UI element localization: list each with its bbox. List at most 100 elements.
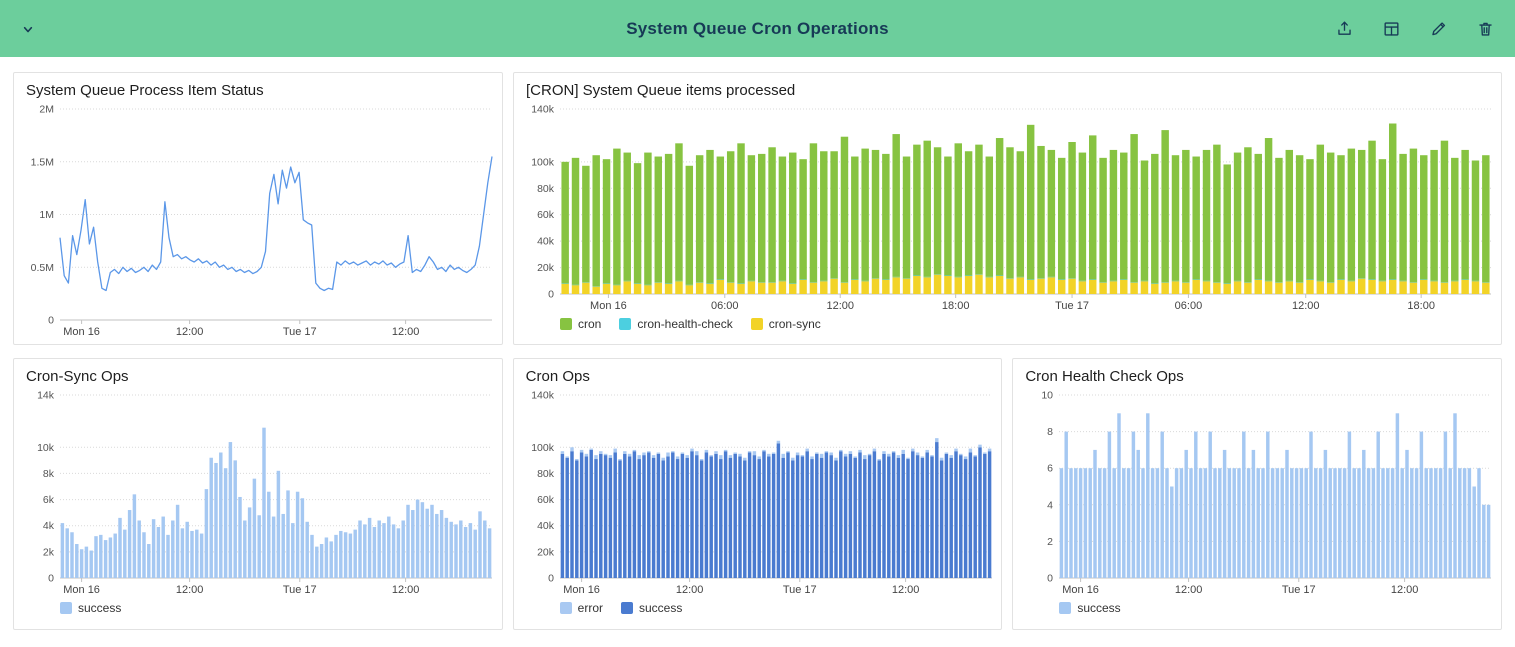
svg-text:12:00: 12:00 [176, 584, 204, 596]
legend-swatch [560, 318, 572, 330]
legend-swatch [560, 602, 572, 614]
svg-text:10k: 10k [37, 442, 55, 454]
share-icon [1335, 19, 1354, 38]
svg-text:20k: 20k [537, 546, 555, 558]
legend-label: error [578, 601, 603, 615]
svg-text:12:00: 12:00 [826, 300, 854, 312]
svg-text:8: 8 [1047, 426, 1053, 438]
svg-text:12:00: 12:00 [1175, 584, 1203, 596]
report-button[interactable] [1378, 15, 1405, 42]
svg-text:40k: 40k [537, 236, 555, 248]
svg-text:12:00: 12:00 [392, 584, 420, 596]
bar-chart-canvas[interactable]: 02k4k6k8k10k14kMon 1612:00Tue 1712:00 [14, 388, 502, 596]
bar-chart-canvas[interactable]: 020k40k60k80k100k140kMon 1612:00Tue 1712… [514, 388, 1002, 596]
chevron-down-icon [18, 19, 38, 39]
dashboard-title: System Queue Cron Operations [626, 19, 889, 39]
svg-text:0: 0 [48, 573, 54, 585]
svg-text:6k: 6k [43, 494, 55, 506]
legend-item-success[interactable]: success [621, 601, 682, 615]
legend-item-cron[interactable]: cron [560, 317, 601, 331]
panel-cron-health-check-ops: Cron Health Check Ops 0246810Mon 1612:00… [1012, 358, 1502, 630]
delete-button[interactable] [1472, 15, 1499, 42]
svg-text:Tue 17: Tue 17 [283, 584, 317, 596]
chart-legend: error success [514, 596, 1002, 620]
header-actions [1331, 15, 1499, 42]
legend-item-cron-sync[interactable]: cron-sync [751, 317, 821, 331]
svg-text:Tue 17: Tue 17 [1055, 300, 1089, 312]
svg-text:18:00: 18:00 [1407, 300, 1435, 312]
legend-swatch [60, 602, 72, 614]
panel-title: Cron Ops [514, 359, 1002, 388]
edit-button[interactable] [1425, 15, 1452, 42]
pencil-icon [1429, 19, 1448, 38]
svg-text:0: 0 [1047, 573, 1053, 585]
legend-item-success[interactable]: success [1059, 601, 1120, 615]
trash-icon [1476, 19, 1495, 38]
svg-text:0.5M: 0.5M [31, 262, 54, 274]
svg-text:12:00: 12:00 [1391, 584, 1419, 596]
row-top: System Queue Process Item Status 00.5M1M… [13, 72, 1502, 345]
chart-legend: cron cron-health-check cron-sync [514, 312, 1501, 336]
svg-text:80k: 80k [537, 468, 555, 480]
chart-legend: success [1013, 596, 1501, 620]
dashboard-body: System Queue Process Item Status 00.5M1M… [0, 57, 1515, 643]
legend-label: success [639, 601, 682, 615]
legend-label: cron [578, 317, 601, 331]
svg-text:Tue 17: Tue 17 [1282, 584, 1316, 596]
svg-text:2k: 2k [43, 546, 55, 558]
svg-text:4: 4 [1047, 499, 1053, 511]
svg-text:140k: 140k [531, 390, 555, 402]
svg-text:Tue 17: Tue 17 [782, 584, 816, 596]
svg-text:Mon 16: Mon 16 [63, 326, 100, 338]
svg-text:60k: 60k [537, 494, 555, 506]
legend-item-error[interactable]: error [560, 601, 603, 615]
svg-text:Tue 17: Tue 17 [283, 326, 317, 338]
svg-text:100k: 100k [531, 442, 555, 454]
stacked-bar-chart-canvas[interactable]: 020k40k60k80k100k140kMon 1606:0012:0018:… [514, 102, 1501, 312]
legend-label: success [1077, 601, 1120, 615]
panel-title: [CRON] System Queue items processed [514, 73, 1501, 102]
svg-text:2M: 2M [39, 104, 54, 116]
svg-text:Mon 16: Mon 16 [63, 584, 100, 596]
svg-text:0: 0 [548, 289, 554, 301]
panel-title: Cron Health Check Ops [1013, 359, 1501, 388]
svg-text:12:00: 12:00 [176, 326, 204, 338]
svg-text:2: 2 [1047, 536, 1053, 548]
svg-text:12:00: 12:00 [1292, 300, 1320, 312]
svg-text:100k: 100k [531, 156, 555, 168]
svg-text:8k: 8k [43, 468, 55, 480]
legend-item-cron-health-check[interactable]: cron-health-check [619, 317, 732, 331]
svg-text:4k: 4k [43, 520, 55, 532]
svg-text:40k: 40k [537, 520, 555, 532]
svg-text:80k: 80k [537, 183, 555, 195]
share-button[interactable] [1331, 15, 1358, 42]
svg-text:Mon 16: Mon 16 [563, 584, 600, 596]
collapse-button[interactable] [14, 15, 42, 43]
svg-text:06:00: 06:00 [711, 300, 739, 312]
report-table-icon [1382, 19, 1401, 38]
svg-text:10: 10 [1042, 390, 1054, 402]
svg-text:12:00: 12:00 [392, 326, 420, 338]
legend-item-success[interactable]: success [60, 601, 121, 615]
panel-cron-ops: Cron Ops 020k40k60k80k100k140kMon 1612:0… [513, 358, 1003, 630]
svg-text:0: 0 [48, 315, 54, 327]
legend-swatch [751, 318, 763, 330]
legend-label: cron-sync [769, 317, 821, 331]
chart-legend: success [14, 596, 502, 620]
panel-items-processed: [CRON] System Queue items processed 020k… [513, 72, 1502, 345]
svg-text:1.5M: 1.5M [31, 156, 54, 168]
dashboard-header: System Queue Cron Operations [0, 0, 1515, 57]
legend-swatch [621, 602, 633, 614]
svg-text:18:00: 18:00 [942, 300, 970, 312]
legend-swatch [1059, 602, 1071, 614]
legend-swatch [619, 318, 631, 330]
svg-text:60k: 60k [537, 209, 555, 221]
panel-process-item-status: System Queue Process Item Status 00.5M1M… [13, 72, 503, 345]
panel-cron-sync-ops: Cron-Sync Ops 02k4k6k8k10k14kMon 1612:00… [13, 358, 503, 630]
svg-text:1M: 1M [39, 209, 54, 221]
legend-label: cron-health-check [637, 317, 732, 331]
line-chart-canvas[interactable]: 0 0.5M 1M 1.5M 2M Mon 16 12:00 Tue 17 12:00 [14, 102, 502, 338]
bar-chart-canvas[interactable]: 0246810Mon 1612:00Tue 1712:00 [1013, 388, 1501, 596]
svg-text:140k: 140k [531, 104, 555, 116]
panel-title: Cron-Sync Ops [14, 359, 502, 388]
